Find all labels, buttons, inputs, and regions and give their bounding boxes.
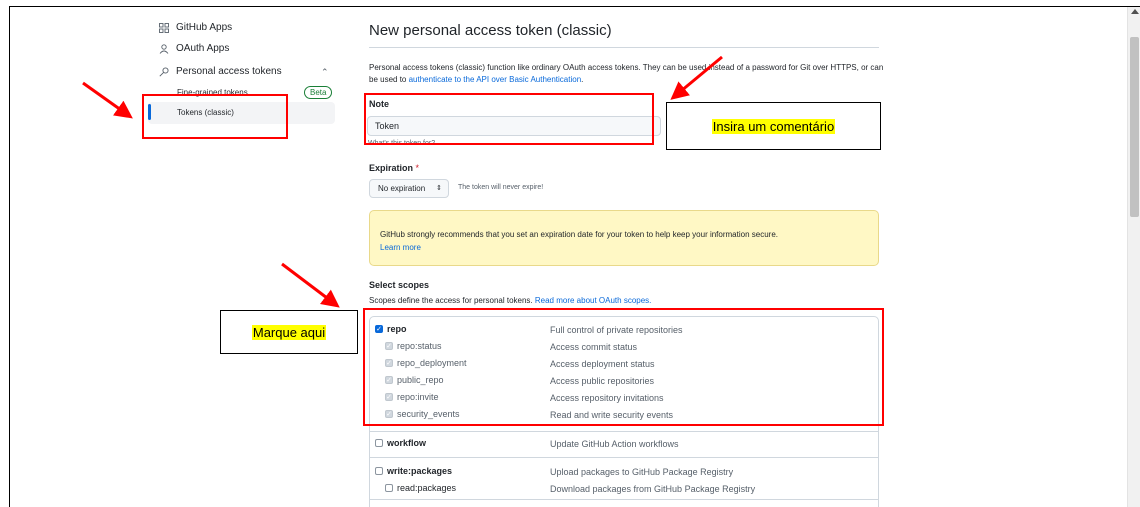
annotation-comment-callout: Insira um comentário <box>666 102 881 150</box>
sidebar-item-label: Personal access tokens <box>176 66 282 77</box>
scope-name: workflow <box>387 438 427 448</box>
required-asterisk: * <box>415 163 420 173</box>
scope-name: write:packages <box>387 466 453 476</box>
scope-name: read:packages <box>397 483 457 493</box>
scope-description: Upload packages to GitHub Package Regist… <box>550 467 734 477</box>
intro-paragraph: Personal access tokens (classic) functio… <box>369 62 889 86</box>
annotation-box-note <box>364 93 654 145</box>
sidebar-item-oauth-apps[interactable]: OAuth Apps <box>159 43 229 54</box>
expiration-label: Expiration * <box>369 163 419 173</box>
scroll-up-arrow-icon[interactable] <box>1131 9 1139 14</box>
annotation-comment-text: Insira um comentário <box>711 118 836 134</box>
scopes-label: Select scopes <box>369 280 430 290</box>
intro-end: . <box>581 75 584 84</box>
scope-divider <box>369 499 879 500</box>
oauth-scopes-link[interactable]: Read more about OAuth scopes. <box>535 296 652 305</box>
scopes-sub-text: Scopes define the access for personal to… <box>369 296 535 305</box>
scope-read-packages[interactable]: read:packages <box>385 483 456 493</box>
scope-divider <box>369 431 879 432</box>
annotation-box-scopes <box>363 308 884 426</box>
annotation-mark-callout: Marque aqui <box>220 310 358 354</box>
warning-text: GitHub strongly recommends that you set … <box>380 230 778 239</box>
expiration-warning: GitHub strongly recommends that you set … <box>369 210 879 266</box>
key-icon <box>159 66 169 77</box>
person-icon <box>159 43 169 54</box>
scope-description: Download packages from GitHub Package Re… <box>550 484 756 494</box>
scopes-description: Scopes define the access for personal to… <box>369 296 651 305</box>
learn-more-link[interactable]: Learn more <box>380 243 421 252</box>
page-title: New personal access token (classic) <box>369 22 612 39</box>
scope-description: Update GitHub Action workflows <box>550 439 679 449</box>
checkbox-unchecked-icon[interactable] <box>375 439 383 447</box>
sidebar-item-github-apps[interactable]: GitHub Apps <box>159 22 232 33</box>
scope-workflow[interactable]: workflow <box>375 438 426 448</box>
scope-divider <box>369 457 879 458</box>
sidebar-item-label: GitHub Apps <box>176 22 233 33</box>
checkbox-unchecked-icon[interactable] <box>385 484 393 492</box>
annotation-box-tokens-classic <box>142 94 288 139</box>
page-scrollbar[interactable] <box>1127 7 1140 507</box>
title-divider <box>369 47 879 48</box>
beta-badge: Beta <box>304 86 333 99</box>
scrollbar-thumb[interactable] <box>1130 37 1139 217</box>
expiration-note: The token will never expire! <box>458 184 544 191</box>
sidebar-item-personal-access-tokens[interactable]: Personal access tokens <box>159 66 282 77</box>
annotation-mark-text: Marque aqui <box>251 324 327 340</box>
chevron-up-icon[interactable]: ⌃ <box>321 67 329 78</box>
basic-auth-link[interactable]: authenticate to the API over Basic Authe… <box>409 75 582 84</box>
sidebar-item-label: OAuth Apps <box>176 43 230 54</box>
expiration-value: No expiration <box>378 184 426 193</box>
scope-write-packages[interactable]: write:packages <box>375 466 452 476</box>
checkbox-unchecked-icon[interactable] <box>375 467 383 475</box>
select-arrows-icon: ⇕ <box>436 185 442 192</box>
apps-grid-icon <box>159 22 169 33</box>
expiration-label-text: Expiration <box>369 163 414 173</box>
expiration-select[interactable]: No expiration ⇕ <box>369 179 449 198</box>
